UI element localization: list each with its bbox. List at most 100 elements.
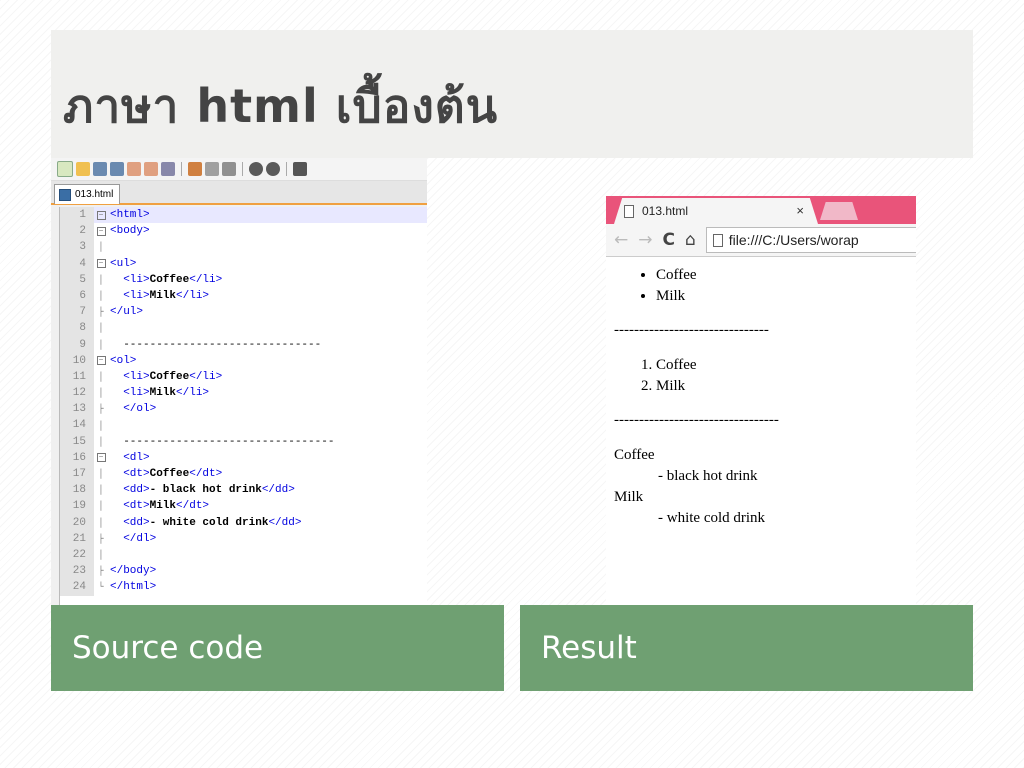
code-token: </html> [110, 581, 157, 594]
code-line[interactable]: 18 │ <dd>- black hot drink</dd> [60, 482, 427, 499]
code-line[interactable]: 20 │ <dd>- white cold drink</dd> [60, 514, 427, 531]
code-line[interactable]: 2− <body> [60, 223, 427, 240]
browser-window: 013.html × ← → C ⌂ file:///C:/Users/wora… [606, 196, 916, 605]
code-line[interactable]: 19 │ <dt>Milk</dt> [60, 498, 427, 515]
code-text: <dd>- black hot drink</dd> [108, 484, 295, 496]
code-line[interactable]: 15 │ -------------------------------- [60, 433, 427, 450]
line-number: 10 [60, 352, 94, 369]
save-all-icon[interactable] [110, 162, 124, 176]
code-text: </ul> [108, 306, 143, 318]
code-line[interactable]: 7 ├ </ul> [60, 304, 427, 321]
code-line[interactable]: 24 └ </html> [60, 579, 427, 596]
code-text: <dd>- white cold drink</dd> [108, 517, 301, 529]
fold-toggle-icon[interactable]: − [94, 223, 108, 239]
fold-guide-icon: │ [98, 274, 104, 285]
home-icon[interactable]: ⌂ [685, 230, 696, 250]
code-line[interactable]: 6 │ <li>Milk</li> [60, 287, 427, 305]
address-page-icon [712, 233, 723, 247]
code-area[interactable]: 1− <html> 2− <body> 3 │ 4− <ul> 5 │ <li>Coffee</l… [59, 207, 427, 605]
fold-toggle-icon[interactable]: − [94, 450, 108, 466]
fold-toggle-icon[interactable]: − [94, 207, 108, 223]
code-text: </body> [108, 565, 156, 577]
code-line[interactable]: 17 │ <dt>Coffee</dt> [60, 466, 427, 483]
line-number: 14 [60, 417, 94, 434]
file-save-icon [59, 188, 71, 201]
code-line[interactable]: 11 │ <li>Coffee</li> [60, 368, 427, 386]
fold-toggle-icon[interactable]: − [94, 353, 108, 369]
line-number: 3 [60, 239, 94, 256]
new-tab-button[interactable] [820, 202, 858, 220]
ordered-list: Coffee Milk [614, 355, 908, 397]
fold-guide-icon: │ [98, 420, 104, 431]
close-icon[interactable] [127, 162, 141, 176]
copy-icon[interactable] [205, 162, 219, 176]
code-token: <body> [110, 225, 150, 238]
print-icon[interactable] [161, 162, 175, 176]
list-item: Milk [656, 376, 908, 397]
line-number: 4 [60, 255, 94, 272]
code-line[interactable]: 5 │ <li>Coffee</li> [60, 271, 427, 288]
code-token: Milk [149, 387, 177, 400]
paste-icon[interactable] [222, 162, 236, 176]
file-tab[interactable]: 013.html [54, 184, 121, 204]
code-line[interactable]: 10− <ol> [60, 352, 427, 369]
fold-toggle-icon[interactable]: − [94, 256, 108, 272]
browser-tab[interactable]: 013.html × [614, 198, 818, 224]
definition-desc: - white cold drink [658, 510, 766, 526]
code-line[interactable]: 9 │ ------------------------------ [60, 336, 427, 353]
code-text: </dl> [108, 533, 156, 545]
line-number: 20 [60, 514, 94, 531]
tab-close-icon[interactable]: × [796, 203, 804, 218]
fold-guide-icon: │ [98, 371, 104, 382]
separator-line: --------------------------------- [614, 412, 779, 428]
code-line[interactable]: 23 ├ </body> [60, 563, 427, 580]
fold-guide-icon: │ [98, 517, 104, 528]
cut-icon[interactable] [188, 162, 202, 176]
fold-end-icon: ├ [98, 307, 104, 318]
back-icon[interactable]: ← [614, 230, 628, 250]
editor-tabbar: 013.html [51, 181, 427, 205]
open-file-icon[interactable] [76, 162, 90, 176]
code-line[interactable]: 12 │ <li>Milk</li> [60, 385, 427, 402]
save-icon[interactable] [93, 162, 107, 176]
fold-end-icon: ├ [98, 404, 104, 415]
forward-icon[interactable]: → [638, 230, 652, 250]
redo-icon[interactable] [266, 162, 280, 176]
code-line[interactable]: 8 │ [60, 320, 427, 337]
code-line[interactable]: 3 │ [60, 239, 427, 256]
code-token: - white cold drink [149, 516, 269, 529]
browser-tab-title: 013.html [642, 204, 689, 218]
code-token: Milk [149, 500, 177, 513]
code-token: <li> [123, 290, 150, 303]
close-all-icon[interactable] [144, 162, 158, 176]
line-number: 8 [60, 320, 94, 337]
line-number: 1 [60, 207, 94, 224]
new-file-icon[interactable] [57, 161, 73, 177]
fold-guide-icon: │ [98, 323, 104, 334]
undo-icon[interactable] [249, 162, 263, 176]
definition-term: Coffee [614, 447, 655, 463]
code-text: <dt>Milk</dt> [108, 500, 209, 512]
code-line[interactable]: 22 │ [60, 546, 427, 564]
line-number: 16 [60, 449, 94, 466]
code-line[interactable]: 1− <html> [60, 207, 427, 224]
code-line[interactable]: 16− <dl> [60, 449, 427, 466]
fold-guide-icon: │ [98, 242, 104, 253]
address-bar[interactable]: file:///C:/Users/worap [705, 227, 916, 253]
line-number: 21 [60, 530, 94, 547]
code-line[interactable]: 4− <ul> [60, 255, 427, 272]
code-text: <dl> [108, 452, 149, 464]
code-token: </li> [189, 370, 223, 383]
code-line[interactable]: 13 ├ </ol> [60, 401, 427, 418]
code-line[interactable]: 21 ├ </dl> [60, 530, 427, 547]
fold-guide-icon: │ [98, 501, 104, 512]
code-token: -------------------------------- [110, 435, 335, 448]
reload-icon[interactable]: C [663, 230, 675, 250]
fold-guide-icon: │ [98, 550, 104, 561]
page-content: Coffee Milk ----------------------------… [606, 257, 916, 529]
code-line[interactable]: 14 │ [60, 417, 427, 434]
find-icon[interactable] [293, 162, 307, 176]
